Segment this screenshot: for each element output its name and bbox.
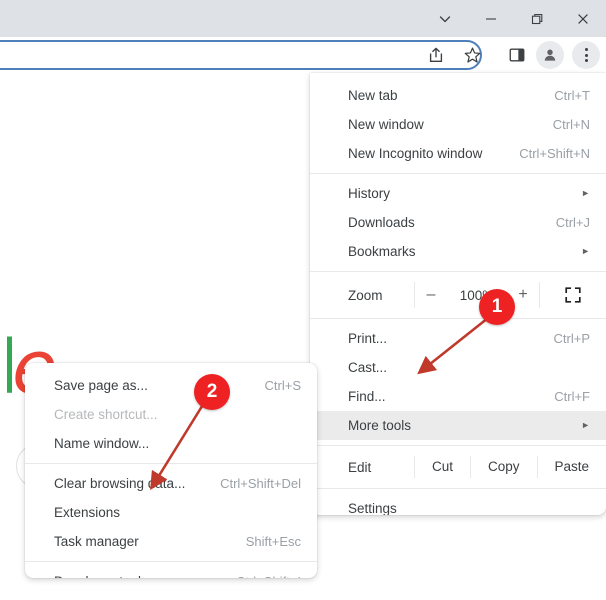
window-controls [422, 0, 606, 37]
zoom-controls: – 100% + [414, 282, 540, 308]
toolbar-right-icons [506, 37, 600, 73]
tab-search-chevron-down-icon[interactable] [422, 0, 468, 37]
menu-item-label: Bookmarks [348, 244, 416, 259]
submenu-item-name-window[interactable]: Name window... [25, 429, 317, 458]
menu-item-downloads[interactable]: Downloads Ctrl+J [310, 208, 606, 237]
edit-paste-button[interactable]: Paste [536, 456, 606, 478]
submenu-item-extensions[interactable]: Extensions [25, 498, 317, 527]
close-icon[interactable] [560, 0, 606, 37]
menu-item-settings[interactable]: Settings [310, 494, 606, 515]
edit-cut-button[interactable]: Cut [414, 456, 470, 478]
submenu-item-save-page-as[interactable]: Save page as... Ctrl+S [25, 371, 317, 400]
menu-separator [310, 445, 606, 446]
submenu-item-task-manager[interactable]: Task manager Shift+Esc [25, 527, 317, 556]
menu-item-label: New window [348, 117, 424, 132]
logo-letter-l: l [0, 331, 12, 405]
menu-row-edit: Edit Cut Copy Paste [310, 451, 606, 483]
fullscreen-icon[interactable] [540, 287, 606, 303]
submenu-item-clear-browsing-data[interactable]: Clear browsing data... Ctrl+Shift+Del [25, 469, 317, 498]
omnibox-action-icons [425, 37, 483, 73]
menu-separator [310, 318, 606, 319]
menu-item-label: More tools [348, 418, 412, 433]
edit-copy-button[interactable]: Copy [470, 456, 537, 478]
menu-item-print[interactable]: Print... Ctrl+P [310, 324, 606, 353]
menu-item-new-tab[interactable]: New tab Ctrl+T [310, 81, 606, 110]
chevron-right-icon: ► [581, 420, 590, 430]
menu-item-shortcut: Ctrl+P [553, 331, 590, 346]
chevron-right-icon: ► [581, 246, 590, 256]
menu-item-label: History [348, 186, 391, 201]
title-bar [0, 0, 606, 37]
menu-item-label: New tab [348, 88, 398, 103]
zoom-out-button[interactable]: – [424, 287, 438, 303]
chevron-right-icon: ► [581, 188, 590, 198]
address-bar[interactable] [0, 40, 482, 70]
zoom-label: Zoom [348, 287, 383, 303]
menu-item-label: Create shortcut... [54, 407, 158, 422]
submenu-item-create-shortcut: Create shortcut... [25, 400, 317, 429]
menu-item-label: Task manager [54, 534, 139, 549]
menu-item-label: Downloads [348, 215, 415, 230]
menu-item-shortcut: Ctrl+T [554, 88, 590, 103]
menu-item-label: Print... [348, 331, 388, 346]
menu-item-shortcut: Ctrl+S [264, 378, 301, 393]
menu-item-bookmarks[interactable]: Bookmarks ► [310, 237, 606, 266]
menu-separator [310, 173, 606, 174]
menu-item-shortcut: Ctrl+Shift+I [236, 574, 301, 578]
side-panel-icon[interactable] [506, 44, 528, 66]
menu-item-label: Cast... [348, 360, 388, 375]
callout-badge-1: 1 [479, 289, 515, 325]
menu-item-shortcut: Ctrl+Shift+N [519, 146, 590, 161]
menu-item-shortcut: Shift+Esc [245, 534, 301, 549]
menu-separator [310, 271, 606, 272]
minimize-icon[interactable] [468, 0, 514, 37]
menu-item-more-tools[interactable]: More tools ► [310, 411, 606, 440]
bookmark-star-icon[interactable] [461, 44, 483, 66]
menu-row-zoom: Zoom – 100% + [310, 277, 606, 313]
menu-item-shortcut: Ctrl+J [555, 215, 590, 230]
menu-item-label: Settings [348, 501, 397, 515]
menu-item-label: Developer tools [54, 574, 224, 578]
kebab-dot [584, 59, 588, 62]
menu-item-new-window[interactable]: New window Ctrl+N [310, 110, 606, 139]
three-dot-menu-icon[interactable] [572, 41, 600, 69]
menu-item-history[interactable]: History ► [310, 179, 606, 208]
menu-item-label: Clear browsing data... [54, 476, 186, 491]
menu-item-label: Name window... [54, 436, 150, 451]
restore-icon[interactable] [514, 0, 560, 37]
menu-item-label: Extensions [54, 505, 121, 520]
kebab-dot [584, 53, 588, 57]
kebab-dot [584, 48, 588, 51]
chrome-main-menu: New tab Ctrl+T New window Ctrl+N New Inc… [310, 73, 606, 515]
menu-separator [25, 463, 317, 464]
menu-item-new-incognito-window[interactable]: New Incognito window Ctrl+Shift+N [310, 139, 606, 168]
browser-window: l e ut [0, 0, 606, 600]
menu-item-label: Find... [348, 389, 386, 404]
menu-item-shortcut: Ctrl+F [554, 389, 590, 404]
menu-item-label: New Incognito window [348, 146, 483, 161]
menu-item-find[interactable]: Find... Ctrl+F [310, 382, 606, 411]
menu-item-cast[interactable]: Cast... [310, 353, 606, 382]
share-icon[interactable] [425, 44, 447, 66]
zoom-in-button[interactable]: + [516, 287, 530, 303]
submenu-item-developer-tools[interactable]: Developer tools Ctrl+Shift+I [25, 567, 317, 578]
menu-separator [310, 488, 606, 489]
edit-label: Edit [348, 459, 372, 475]
callout-badge-2: 2 [194, 374, 230, 410]
menu-item-shortcut: Ctrl+Shift+Del [220, 476, 301, 491]
profile-avatar[interactable] [536, 41, 564, 69]
menu-item-shortcut: Ctrl+N [552, 117, 590, 132]
menu-separator [25, 561, 317, 562]
more-tools-submenu: Save page as... Ctrl+S Create shortcut..… [25, 363, 317, 578]
